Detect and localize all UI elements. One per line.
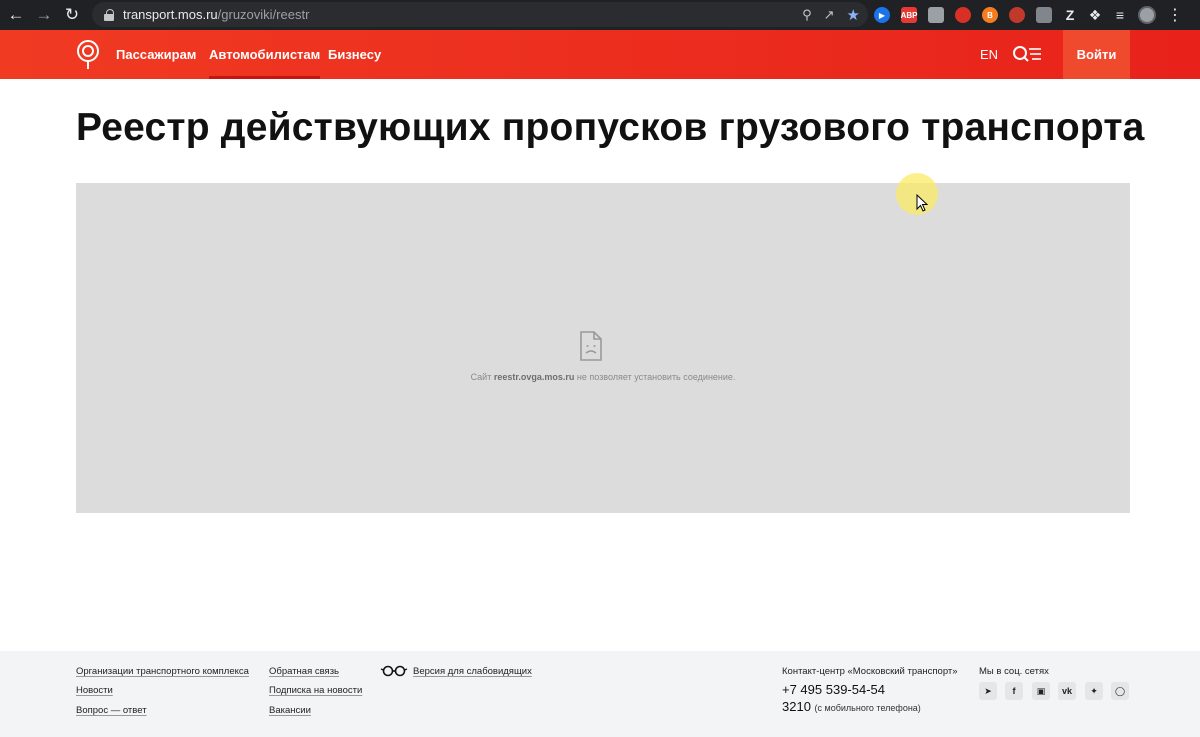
site-header: Пассажирам Автомобилистам Бизнесу EN Вой… xyxy=(0,30,1200,79)
extension-window-icon[interactable] xyxy=(928,7,944,23)
frame-message-host: reestr.ovga.mos.ru xyxy=(493,372,575,382)
short-number-note: (с мобильного телефона) xyxy=(814,703,921,713)
puzzle-icon[interactable]: ❖ xyxy=(1088,7,1102,23)
instagram-icon[interactable]: ▣ xyxy=(1032,682,1050,700)
frame-error-message: Сайт reestr.ovga.mos.ru не позволяет уст… xyxy=(76,372,1130,382)
lock-icon[interactable] xyxy=(104,8,114,21)
glasses-icon[interactable] xyxy=(380,665,408,677)
url-text[interactable]: transport.mos.ru/gruzoviki/reestr xyxy=(123,7,309,22)
footer-link-accessibility[interactable]: Версия для слабовидящих xyxy=(413,666,532,677)
url-path: /gruzoviki/reestr xyxy=(217,7,310,22)
reading-list-icon[interactable]: ≡ xyxy=(1113,7,1127,23)
page-title: Реестр действующих пропусков грузового т… xyxy=(76,106,1145,149)
browser-toolbar: ← → ↻ transport.mos.ru/gruzoviki/reestr … xyxy=(0,0,1200,30)
twitter-icon[interactable]: ✦ xyxy=(1085,682,1103,700)
search-menu-icon[interactable] xyxy=(1012,45,1042,65)
footer-link-subscribe[interactable]: Подписка на новости xyxy=(269,685,362,696)
embedded-frame: Сайт reestr.ovga.mos.ru не позволяет уст… xyxy=(76,183,1130,513)
share-icon[interactable]: ↗ xyxy=(824,7,835,23)
frame-message-suffix: не позволяет установить соединение. xyxy=(576,372,736,382)
extension-red-icon[interactable] xyxy=(955,7,971,23)
shield-icon[interactable] xyxy=(1036,7,1052,23)
profile-avatar[interactable] xyxy=(1138,6,1156,24)
footer-link-vacancies[interactable]: Вакансии xyxy=(269,705,311,716)
mouse-cursor-icon xyxy=(916,194,928,212)
reload-icon[interactable]: ↻ xyxy=(58,0,86,30)
sad-page-icon xyxy=(580,331,602,361)
vk-icon[interactable]: vk xyxy=(1058,682,1076,700)
short-number[interactable]: 3210 xyxy=(782,699,811,714)
forward-arrow-icon[interactable]: → xyxy=(30,0,58,30)
back-arrow-icon[interactable]: ← xyxy=(2,0,30,30)
contact-phone[interactable]: +7 495 539-54-54 xyxy=(782,682,885,697)
extension-blue-icon[interactable]: ▶ xyxy=(874,7,890,23)
telegram-icon[interactable]: ➤ xyxy=(979,682,997,700)
extensions-bar: ▶ ABP B Z ❖ ≡ ⋮ xyxy=(868,0,1200,30)
nav-motorists[interactable]: Автомобилистам xyxy=(209,30,321,79)
footer-link-faq[interactable]: Вопрос — ответ xyxy=(76,705,147,716)
frame-message-prefix: Сайт xyxy=(470,372,492,382)
contact-center-label: Контакт-центр «Московский транспорт» xyxy=(782,666,958,677)
z-extension-icon[interactable]: Z xyxy=(1063,7,1077,23)
social-label: Мы в соц. сетях xyxy=(979,666,1049,677)
menu-dots-icon[interactable]: ⋮ xyxy=(1167,5,1183,25)
language-switch[interactable]: EN xyxy=(980,30,998,79)
login-button[interactable]: Войти xyxy=(1063,30,1130,79)
facebook-icon[interactable]: f xyxy=(1005,682,1023,700)
nav-business[interactable]: Бизнесу xyxy=(328,30,381,79)
extension-figure-icon[interactable] xyxy=(1009,7,1025,23)
footer-link-organizations[interactable]: Организации транспортного комплекса xyxy=(76,666,249,677)
zoom-icon[interactable]: ⚲ xyxy=(802,7,812,23)
url-host: transport.mos.ru xyxy=(123,7,218,22)
mos-transport-logo-icon[interactable] xyxy=(76,40,100,70)
adblock-icon[interactable]: ABP xyxy=(901,7,917,23)
odnoklassniki-icon[interactable]: ◯ xyxy=(1111,682,1129,700)
address-bar[interactable]: transport.mos.ru/gruzoviki/reestr ⚲ ↗ ★ xyxy=(92,2,868,27)
short-number-line: 3210 (с мобильного телефона) xyxy=(782,699,921,714)
nav-passengers[interactable]: Пассажирам xyxy=(116,30,196,79)
footer-link-news[interactable]: Новости xyxy=(76,685,113,696)
extension-b-icon[interactable]: B xyxy=(982,7,998,23)
footer-link-feedback[interactable]: Обратная связь xyxy=(269,666,339,677)
bookmark-star-icon[interactable]: ★ xyxy=(847,6,860,24)
